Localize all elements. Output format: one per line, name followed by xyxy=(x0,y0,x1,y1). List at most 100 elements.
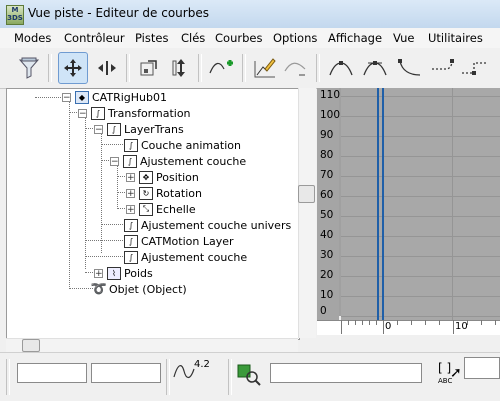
app-icon[interactable]: M 3DS xyxy=(6,5,24,25)
expand-icon[interactable]: + xyxy=(126,204,135,214)
tree-row-label: Poids xyxy=(124,266,153,280)
y-axis-label: 90 xyxy=(320,129,334,141)
tree-row-catrighub[interactable]: − ◆ CATRigHub01 xyxy=(62,89,167,105)
tree-row-label: CATMotion Layer xyxy=(141,234,234,248)
y-axis-label: 80 xyxy=(320,149,334,161)
scale-icon: ⤡ xyxy=(139,202,153,216)
window-title: Vue piste - Editeur de courbes xyxy=(28,6,209,20)
position-icon: ✥ xyxy=(139,170,153,184)
curve-controller-icon: ∫ xyxy=(124,250,138,264)
y-axis-label: 10 xyxy=(320,289,334,301)
title-bar: M 3DS Vue piste - Editeur de courbes xyxy=(0,0,500,29)
menu-modes[interactable]: Modes xyxy=(14,31,51,45)
tree-row-transformation[interactable]: − ∫ Transformation xyxy=(78,105,191,121)
tree-row-ajustement-couche[interactable]: − ∫ Ajustement couche xyxy=(110,153,246,169)
tree-vertical-scrollbar[interactable] xyxy=(298,88,316,338)
tree-row-layertrans[interactable]: − ∫ LayerTrans xyxy=(94,121,184,137)
current-frame-line[interactable] xyxy=(382,88,384,324)
curve-controller-icon: ∫ xyxy=(91,106,105,120)
auto-tangent-icon[interactable] xyxy=(326,52,356,84)
expand-icon[interactable]: + xyxy=(126,188,135,198)
collapse-icon[interactable]: − xyxy=(78,108,87,118)
step-tangent-icon[interactable] xyxy=(460,52,490,84)
tree-horizontal-scrollbar[interactable] xyxy=(6,338,298,353)
tree-row-label: Position xyxy=(156,170,199,184)
filter-icon[interactable] xyxy=(14,52,44,84)
tree-row-label: Couche animation xyxy=(141,138,241,152)
tree-row-catmotion-layer[interactable]: ∫ CATMotion Layer xyxy=(124,233,234,249)
tree-row-label: LayerTrans xyxy=(124,122,184,136)
app-icon-text: M 3DS xyxy=(7,6,23,22)
expand-icon[interactable]: + xyxy=(94,268,103,278)
object-curve-icon: ➰ xyxy=(90,281,108,297)
object-icon: ◆ xyxy=(75,90,89,104)
current-frame-line[interactable] xyxy=(377,88,379,324)
status-field-1[interactable] xyxy=(17,363,87,383)
track-tree[interactable]: − ◆ CATRigHub01 − ∫ Transformation − ∫ L… xyxy=(6,88,300,340)
add-keys-icon[interactable] xyxy=(206,52,236,84)
status-field-4[interactable] xyxy=(464,357,500,379)
menu-controleur[interactable]: Contrôleur xyxy=(64,31,125,45)
toolbar xyxy=(0,48,500,89)
scale-keys-icon[interactable] xyxy=(134,52,164,84)
time-ruler[interactable] xyxy=(317,320,500,335)
tree-row-rotation[interactable]: + ↻ Rotation xyxy=(126,185,202,201)
tree-row-label: Ajustement couche xyxy=(141,250,248,264)
tree-vertical-scroll-thumb[interactable] xyxy=(298,185,315,203)
tree-row-label: CATRigHub01 xyxy=(92,90,167,104)
mouse-pointer-icon: ➚ xyxy=(450,365,462,381)
y-axis-label: 0 xyxy=(320,305,327,317)
tree-horizontal-scroll-thumb[interactable] xyxy=(22,339,40,352)
y-axis-label: 70 xyxy=(320,169,334,181)
status-bar: 4.2 [ ] ABC ➚ xyxy=(0,352,500,401)
menu-utilitaires[interactable]: Utilitaires xyxy=(428,31,483,45)
curve-controller-icon: ∫ xyxy=(107,122,121,136)
collapse-icon[interactable]: − xyxy=(110,156,119,166)
menu-options[interactable]: Options xyxy=(273,31,317,45)
tree-row-poids[interactable]: + ⌇ Poids xyxy=(94,265,153,281)
tree-row-echelle[interactable]: + ⤡ Echelle xyxy=(126,201,196,217)
tree-row-label: Rotation xyxy=(156,186,203,200)
slide-keys-icon[interactable] xyxy=(92,52,122,84)
menu-courbes[interactable]: Courbes xyxy=(215,31,262,45)
tree-row-label: Ajustement couche univers xyxy=(141,218,292,232)
expand-icon[interactable]: + xyxy=(126,172,135,182)
status-field-3[interactable] xyxy=(270,363,422,383)
collapse-icon[interactable]: − xyxy=(62,92,71,102)
curve-controller-icon: ∫ xyxy=(124,234,138,248)
draw-curves-icon[interactable] xyxy=(250,52,280,84)
zoom-selected-icon[interactable] xyxy=(236,361,262,390)
menu-bar: Modes Contrôleur Pistes Clés Courbes Opt… xyxy=(0,28,500,49)
weight-icon: ⌇ xyxy=(107,266,121,280)
custom-tangent-icon[interactable] xyxy=(360,52,390,84)
menu-cles[interactable]: Clés xyxy=(181,31,205,45)
y-axis-label: 30 xyxy=(320,249,334,261)
reduce-keys-icon[interactable] xyxy=(280,52,310,84)
fast-tangent-icon[interactable] xyxy=(394,52,424,84)
move-keys-icon[interactable] xyxy=(58,52,88,84)
tree-row-ajustement-couche-univers[interactable]: ∫ Ajustement couche univers xyxy=(124,217,291,233)
tree-row-couche-animation[interactable]: ∫ Couche animation xyxy=(124,137,241,153)
rotation-icon: ↻ xyxy=(139,186,153,200)
y-axis-label: 60 xyxy=(320,189,334,201)
status-field-2[interactable] xyxy=(91,363,161,383)
menu-vue[interactable]: Vue xyxy=(393,31,414,45)
y-axis-label: 50 xyxy=(320,209,334,221)
collapse-icon[interactable]: − xyxy=(94,124,103,134)
y-axis-label: 20 xyxy=(320,269,334,281)
curve-controller-icon: ∫ xyxy=(124,138,138,152)
y-axis-label: 110 xyxy=(320,89,341,101)
curve-controller-icon: ∫ xyxy=(124,218,138,232)
tree-row-position[interactable]: + ✥ Position xyxy=(126,169,199,185)
menu-affichage[interactable]: Affichage xyxy=(328,31,382,45)
tree-row-objet[interactable]: ➰ Objet (Object) xyxy=(90,281,187,297)
curve-version-label: 4.2 xyxy=(194,359,210,370)
curve-grid[interactable] xyxy=(341,88,500,322)
timeline-label: 0 xyxy=(385,321,392,332)
y-axis-label: 100 xyxy=(320,109,341,121)
y-axis-label: 40 xyxy=(320,229,334,241)
tree-row-ajustement-couche-2[interactable]: ∫ Ajustement couche xyxy=(124,249,247,265)
scale-values-icon[interactable] xyxy=(166,52,196,84)
menu-pistes[interactable]: Pistes xyxy=(135,31,168,45)
slow-tangent-icon[interactable] xyxy=(428,52,458,84)
